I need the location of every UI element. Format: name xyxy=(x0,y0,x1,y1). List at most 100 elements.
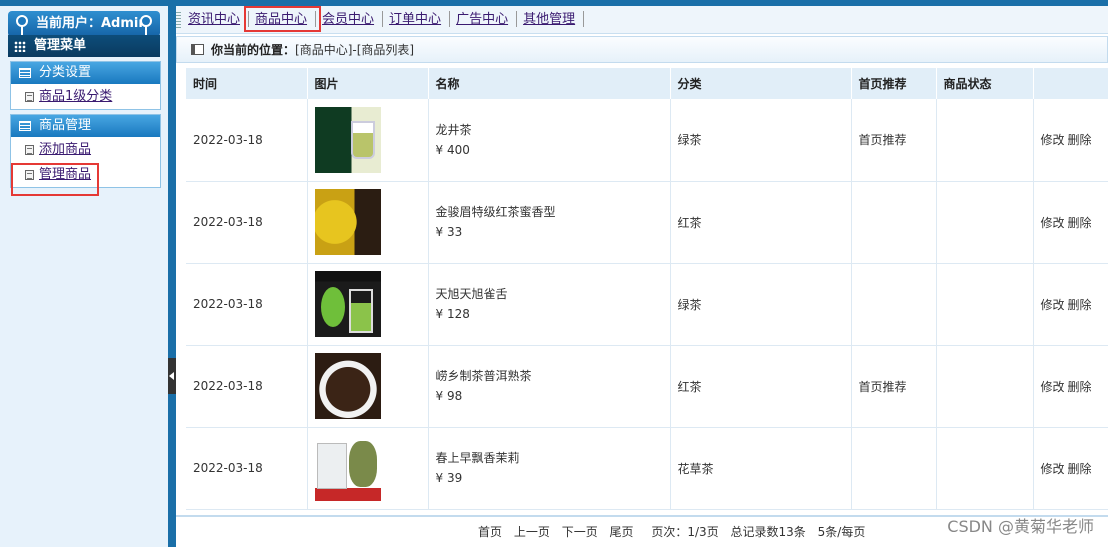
date-cell: 2022-03-18 xyxy=(186,345,308,428)
status-cell xyxy=(936,345,1034,428)
list-icon xyxy=(19,121,31,131)
image-cell xyxy=(307,345,429,428)
sidebar-group-header[interactable]: 分类设置 xyxy=(11,62,160,84)
column-header: 商品状态 xyxy=(936,68,1034,99)
grid-icon xyxy=(14,41,26,52)
product-price: ¥ 128 xyxy=(435,307,470,321)
grip-icon xyxy=(176,12,181,28)
next-page-link[interactable]: 下一页 xyxy=(562,525,598,539)
category-cell: 红茶 xyxy=(670,345,852,428)
sidebar-link-category-level1[interactable]: 商品1级分类 xyxy=(39,89,112,104)
page-info: 页次：1/3页 xyxy=(651,525,719,539)
edit-link[interactable]: 修改 xyxy=(1041,298,1065,312)
sidebar-link-add-product[interactable]: 添加商品 xyxy=(39,142,91,157)
tab-news-link[interactable]: 资讯中心 xyxy=(188,12,240,27)
tab-other-link[interactable]: 其他管理 xyxy=(523,12,575,27)
nav-tabs: 资讯中心 商品中心 会员中心 订单中心 广告中心 其他管理 xyxy=(182,6,585,32)
recommend-cell xyxy=(851,427,937,510)
product-price: ¥ 400 xyxy=(435,142,470,157)
sidebar-group-product: 商品管理 添加商品 管理商品 xyxy=(10,114,161,196)
tab-members-link[interactable]: 会员中心 xyxy=(322,12,374,27)
product-image[interactable] xyxy=(314,353,381,419)
document-icon xyxy=(25,92,34,102)
table-row: 2022-03-18 崂乡制茶普洱熟茶 ¥ 98 红茶 首页推荐 修改 删除 xyxy=(186,345,1108,428)
product-name: 春上早飘香茉莉 xyxy=(435,451,520,465)
product-image[interactable] xyxy=(314,106,381,173)
date-cell: 2022-03-18 xyxy=(186,181,308,264)
edit-link[interactable]: 修改 xyxy=(1041,380,1065,394)
table-row: 2022-03-18 金骏眉特级红茶蜜香型 ¥ 33 红茶 修改 删除 xyxy=(186,181,1108,264)
name-cell: 龙井茶 ¥ 400 xyxy=(428,99,671,182)
product-price: ¥ 39 xyxy=(435,471,463,485)
actions-cell: 修改 删除 xyxy=(1033,345,1108,428)
category-cell: 花草茶 xyxy=(670,427,852,510)
recommend-cell: 首页推荐 xyxy=(851,345,937,428)
last-page-link[interactable]: 尾页 xyxy=(610,525,634,539)
pin-icon xyxy=(140,15,152,36)
column-header: 时间 xyxy=(186,68,308,99)
recommend-cell: 首页推荐 xyxy=(851,99,937,182)
menu-header: 管理菜单 xyxy=(8,35,160,57)
tab-ads[interactable]: 广告中心 xyxy=(450,11,518,27)
delete-link[interactable]: 删除 xyxy=(1068,380,1092,394)
status-cell xyxy=(936,263,1034,346)
image-cell xyxy=(307,181,429,264)
image-cell xyxy=(307,99,429,182)
tab-orders[interactable]: 订单中心 xyxy=(383,11,451,27)
tab-ads-link[interactable]: 广告中心 xyxy=(456,12,508,27)
tab-members[interactable]: 会员中心 xyxy=(316,11,384,27)
sidebar-item-add-product[interactable]: 添加商品 xyxy=(11,137,160,162)
edit-link[interactable]: 修改 xyxy=(1041,462,1065,476)
column-header: 分类 xyxy=(670,68,852,99)
status-cell xyxy=(936,427,1034,510)
name-cell: 天旭天旭雀舌 ¥ 128 xyxy=(428,263,671,346)
edit-link[interactable]: 修改 xyxy=(1041,133,1065,147)
date-cell: 2022-03-18 xyxy=(186,263,308,346)
sidebar-splitter[interactable] xyxy=(168,6,176,547)
sidebar-item-category-level1[interactable]: 商品1级分类 xyxy=(11,84,160,109)
tab-news[interactable]: 资讯中心 xyxy=(182,11,250,27)
category-cell: 红茶 xyxy=(670,181,852,264)
product-image[interactable] xyxy=(314,189,381,255)
image-cell xyxy=(307,427,429,510)
menu-title: 管理菜单 xyxy=(34,38,87,53)
product-image[interactable] xyxy=(314,271,381,337)
product-name: 金骏眉特级红茶蜜香型 xyxy=(435,205,556,219)
category-cell: 绿茶 xyxy=(670,99,852,182)
product-table: 时间 图片 名称 分类 首页推荐 商品状态 2022-03-18 龙井茶 ¥ 40… xyxy=(186,68,1108,510)
tab-products-link[interactable]: 商品中心 xyxy=(255,12,307,27)
group-title: 商品管理 xyxy=(39,118,92,133)
first-page-link[interactable]: 首页 xyxy=(478,525,502,539)
table-header-row: 时间 图片 名称 分类 首页推荐 商品状态 xyxy=(186,68,1108,99)
delete-link[interactable]: 删除 xyxy=(1068,133,1092,147)
prev-page-link[interactable]: 上一页 xyxy=(514,525,550,539)
delete-link[interactable]: 删除 xyxy=(1068,298,1092,312)
delete-link[interactable]: 删除 xyxy=(1068,216,1092,230)
column-header: 首页推荐 xyxy=(851,68,937,99)
product-name: 龙井茶 xyxy=(435,122,472,137)
product-price: ¥ 33 xyxy=(435,225,463,239)
actions-cell: 修改 删除 xyxy=(1033,427,1108,510)
column-header: 名称 xyxy=(428,68,671,99)
edit-link[interactable]: 修改 xyxy=(1041,216,1065,230)
sidebar-group-header[interactable]: 商品管理 xyxy=(11,115,160,137)
name-cell: 金骏眉特级红茶蜜香型 ¥ 33 xyxy=(428,181,671,264)
recommend-cell xyxy=(851,181,937,264)
table-row: 2022-03-18 天旭天旭雀舌 ¥ 128 绿茶 修改 删除 xyxy=(186,263,1108,346)
actions-cell: 修改 删除 xyxy=(1033,181,1108,264)
collapse-toggle[interactable] xyxy=(168,358,176,394)
tab-products[interactable]: 商品中心 xyxy=(244,6,322,32)
sidebar-group-category: 分类设置 商品1级分类 xyxy=(10,61,161,110)
breadcrumb-label: 你当前的位置： xyxy=(211,43,296,57)
tab-other[interactable]: 其他管理 xyxy=(517,11,585,27)
tab-orders-link[interactable]: 订单中心 xyxy=(389,12,441,27)
per-page: 5条/每页 xyxy=(817,525,866,539)
list-icon xyxy=(19,68,31,78)
product-image[interactable] xyxy=(314,435,381,501)
column-header: 图片 xyxy=(307,68,429,99)
name-cell: 春上早飘香茉莉 ¥ 39 xyxy=(428,427,671,510)
group-title: 分类设置 xyxy=(39,65,92,80)
location-icon xyxy=(191,44,204,55)
current-user-label: 当前用户：Admin xyxy=(36,16,148,31)
delete-link[interactable]: 删除 xyxy=(1068,462,1092,476)
